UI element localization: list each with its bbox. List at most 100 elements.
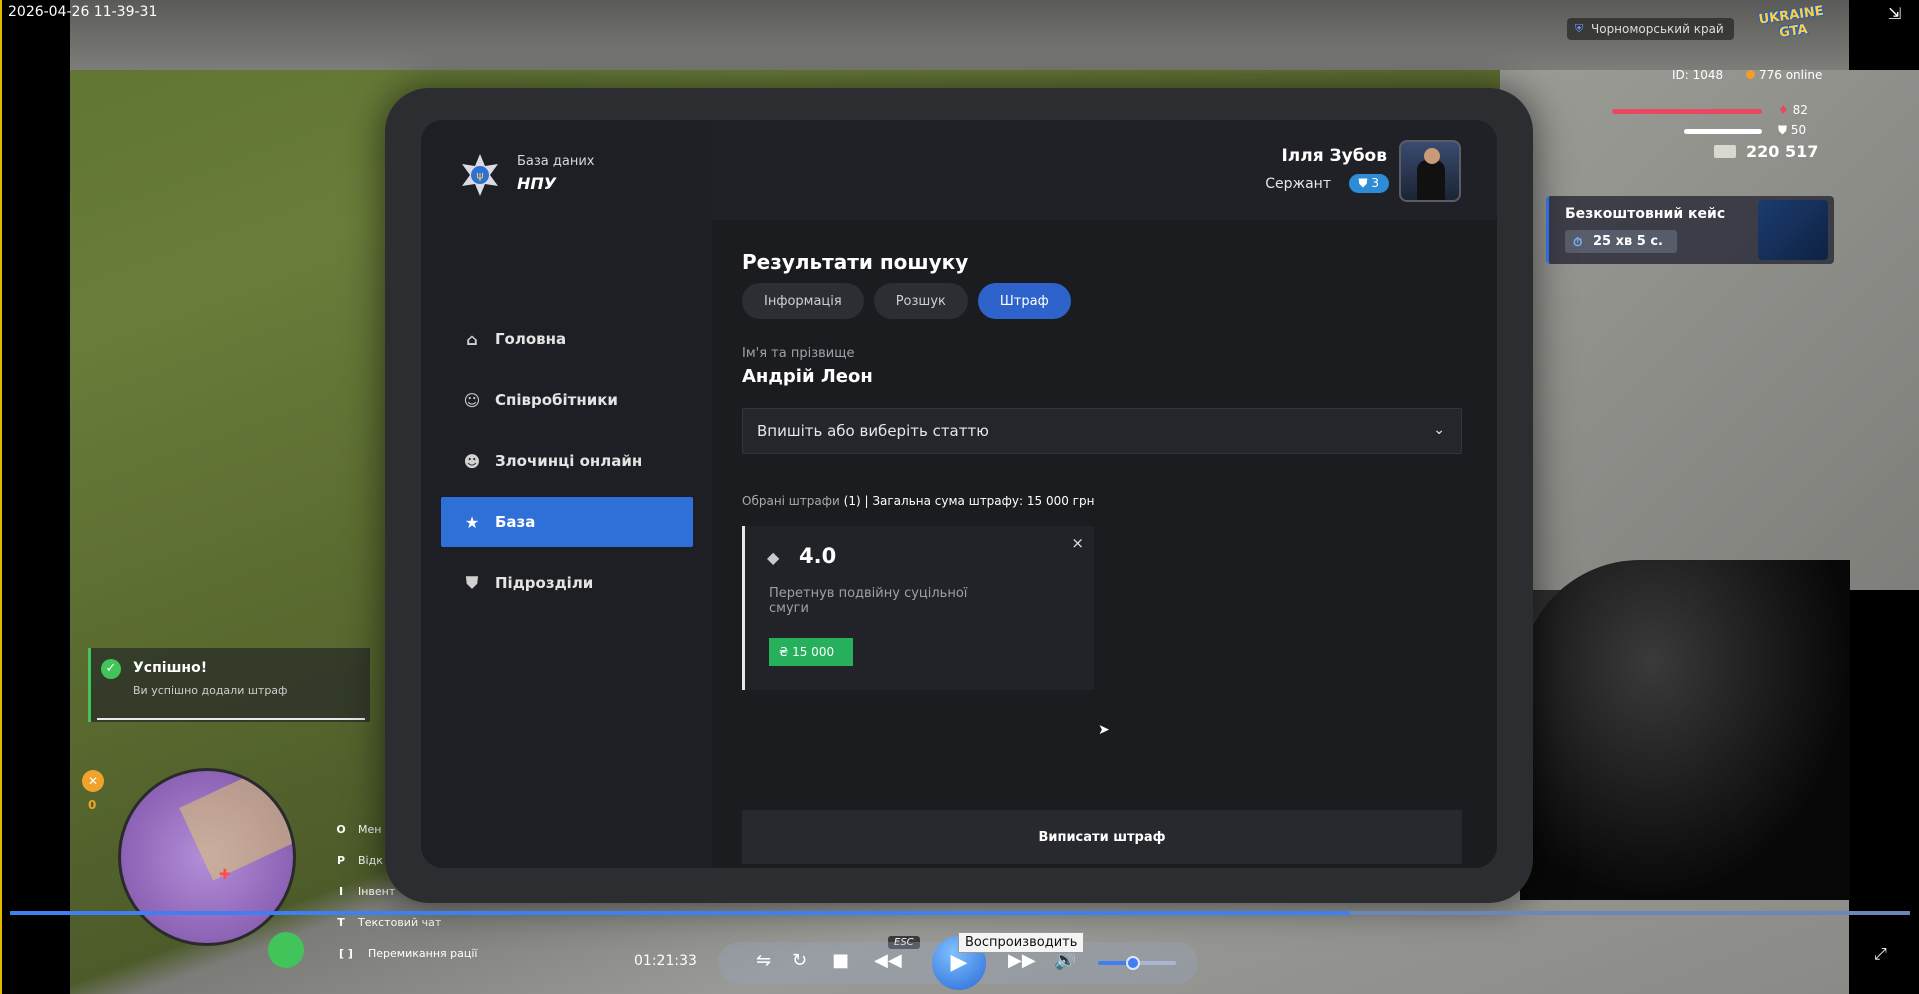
money-text: 220 517 [1746, 142, 1819, 161]
play-tooltip: Воспроизводить [958, 932, 1085, 953]
region-shield-icon: ⛨ [1575, 22, 1584, 35]
sidebar-nav: ⌂ Головна ☺ Співробітники ☻ Злочинці онл… [441, 314, 693, 619]
summary-total: | Загальна сума штрафу: 15 000 грн [864, 494, 1095, 508]
mouse-cursor-icon: ➤ [1098, 722, 1110, 738]
hunger-value: 0 [88, 798, 97, 812]
key-label: Інвент [358, 885, 396, 898]
armor-text: 50 [1790, 123, 1807, 137]
health-value: ♦ 82 [1778, 103, 1808, 117]
key-label: Мен [358, 823, 382, 836]
rank-shield-icon: ⛊ [1358, 176, 1368, 190]
tab-information[interactable]: Інформація [742, 283, 864, 319]
sidebar-item-employees[interactable]: ☺ Співробітники [441, 375, 693, 425]
issue-fine-button[interactable]: Виписати штраф [742, 810, 1462, 864]
sidebar-item-label: Співробітники [495, 391, 618, 409]
chevron-down-icon: ⌄ [1433, 422, 1445, 438]
sidebar: ψ База даних НПУ ⌂ Головна ☺ Співробітни… [421, 120, 712, 868]
key-cap: [ ] [339, 947, 353, 960]
tablet-screen: ψ База даних НПУ ⌂ Головна ☺ Співробітни… [421, 120, 1497, 868]
article-select-placeholder: Впишіть або виберіть статтю [757, 422, 989, 440]
key-label: Відк [358, 854, 383, 867]
brand-title: НПУ [517, 174, 557, 193]
summary-prefix: Обрані штрафи [742, 494, 840, 508]
brand-subtitle: База даних [517, 154, 595, 169]
seek-bar-fill [10, 911, 1350, 915]
health-bar [1612, 109, 1762, 114]
region-name: Чорноморський край [1591, 22, 1724, 36]
key-cap: T [337, 916, 345, 929]
scene-sidewalk [1500, 70, 1919, 590]
fine-card: ◆ 4.0 Перетнув подвійну суцільної смуги … [742, 526, 1094, 690]
tablet-header: Ілля Зубов Сержант ⛊ 3 [712, 120, 1497, 220]
notification-title: Успішно! [133, 660, 208, 676]
microphone-icon [268, 932, 304, 968]
seek-bar[interactable] [10, 911, 1910, 915]
rewind-icon[interactable]: ◀◀ [874, 950, 902, 971]
tab-wanted[interactable]: Розшук [873, 283, 968, 319]
fullscreen-icon[interactable]: ⤢ [1874, 944, 1887, 964]
check-icon: ✓ [101, 659, 121, 679]
rank-level: 3 [1371, 176, 1379, 190]
recording-timestamp: 2026-04-26 11-39-31 [8, 4, 158, 20]
online-text: 776 online [1759, 68, 1823, 82]
online-count: 776 online [1746, 68, 1822, 82]
sidebar-item-database[interactable]: ★ База [441, 497, 693, 547]
key-label: Перемикання рації [368, 947, 478, 960]
fine-amount: ₴ 15 000 [769, 638, 853, 666]
volume-icon[interactable]: 🔊 [1054, 950, 1076, 971]
hud-region: ⛨ Чорноморський край [1567, 18, 1734, 40]
sidebar-item-label: Підрозділи [495, 574, 594, 592]
key-label: Текстовий чат [358, 916, 442, 929]
summary-count: (1) [843, 494, 861, 508]
page-title: Результати пошуку [742, 250, 969, 274]
armor-shield-icon: ⛊ [1778, 123, 1788, 137]
article-select[interactable]: Впишіть або виберіть статтю ⌄ [742, 408, 1462, 454]
avatar-body [1417, 160, 1445, 200]
armor-bar [1684, 129, 1762, 134]
player-id: ID: 1048 [1672, 68, 1724, 82]
sidebar-item-units[interactable]: ⛊ Підрозділи [441, 558, 693, 608]
key-cap: P [336, 854, 346, 867]
svg-text:ψ: ψ [476, 169, 483, 182]
fine-description: Перетнув подвійну суцільної смуги [769, 586, 968, 616]
fast-forward-icon[interactable]: ▶▶ [1008, 950, 1036, 971]
armor-value: ⛊ 50 [1778, 123, 1806, 138]
avatar [1399, 140, 1461, 202]
repeat-icon[interactable]: ↻ [792, 950, 807, 971]
game-screen: 2026-04-26 11-39-31 ⇲ ⛨ Чорноморський кр… [0, 0, 1919, 994]
case-image [1758, 200, 1828, 260]
fines-summary: Обрані штрафи (1) | Загальна сума штрафу… [742, 494, 1094, 508]
free-case-title: Безкоштовний кейс [1565, 206, 1726, 222]
health-text: 82 [1792, 103, 1808, 117]
stop-icon[interactable]: ■ [832, 950, 849, 971]
volume-knob[interactable] [1126, 956, 1141, 970]
free-case-panel[interactable]: Безкоштовний кейс ⏱ 25 хв 5 с. [1546, 196, 1834, 264]
police-tablet: ψ База даних НПУ ⌂ Головна ☺ Співробітни… [385, 88, 1533, 903]
name-label: Ім'я та прізвище [742, 346, 855, 361]
avatar-head [1424, 148, 1440, 164]
close-icon[interactable]: × [1071, 534, 1084, 552]
home-icon: ⌂ [466, 329, 478, 349]
heart-icon: ♦ [1778, 103, 1789, 117]
playback-time: 01:21:33 [634, 953, 697, 969]
minimap-zone [179, 771, 293, 881]
key-cap: O [336, 823, 346, 836]
fine-code: 4.0 [799, 544, 837, 568]
online-icon [1746, 70, 1755, 79]
person-name: Андрій Леон [742, 366, 873, 387]
free-case-timer: ⏱ 25 хв 5 с. [1565, 230, 1677, 253]
volume-slider[interactable] [1098, 956, 1176, 970]
stopwatch-icon: ⏱ [1573, 235, 1583, 249]
sidebar-item-label: Злочинці онлайн [495, 452, 643, 470]
key-cap: I [338, 885, 344, 898]
key-hint: [ ] Перемикання рації [334, 938, 477, 969]
sidebar-item-criminals-online[interactable]: ☻ Злочинці онлайн [441, 436, 693, 486]
mask-icon: ☻ [463, 451, 481, 471]
collapse-icon[interactable]: ⇲ [1888, 4, 1901, 23]
notification-text: Ви успішно додали штраф [133, 684, 288, 697]
shield-icon: ⛊ [465, 573, 478, 592]
tab-fine[interactable]: Штраф [977, 283, 1071, 319]
sidebar-item-label: База [495, 513, 536, 531]
loop-icon[interactable]: ⇋ [756, 950, 771, 971]
sidebar-item-home[interactable]: ⌂ Головна [441, 314, 693, 364]
